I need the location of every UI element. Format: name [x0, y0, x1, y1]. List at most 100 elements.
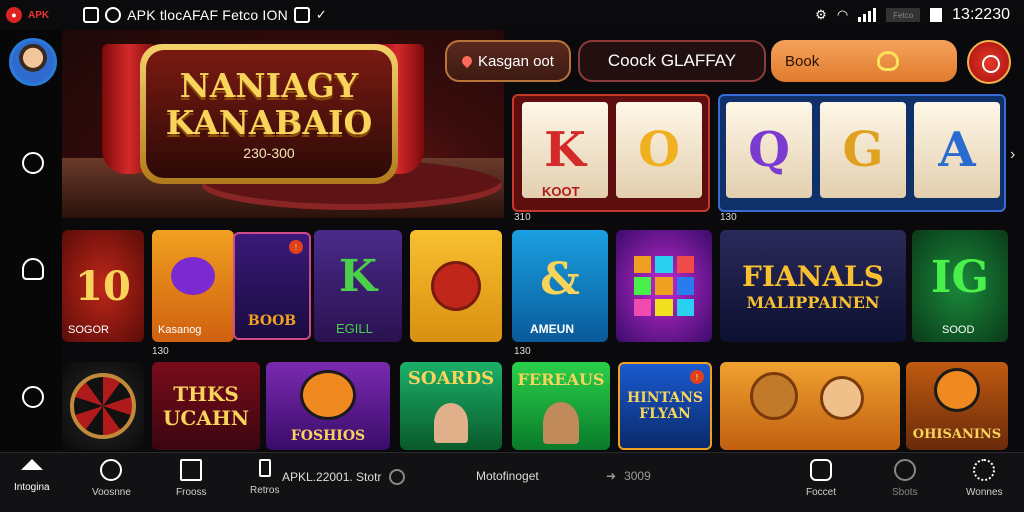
hero-title-line1: NANIAGY: [179, 66, 359, 105]
game-tile-purple[interactable]: Kasanog: [152, 230, 234, 342]
game-tile-hintans[interactable]: ! HINTANS FLYAN: [618, 362, 712, 450]
tab-download[interactable]: Voosnne: [92, 459, 131, 498]
app-logo-icon: ●: [6, 7, 22, 23]
tab-frooss[interactable]: Frooss: [176, 459, 207, 498]
game-tile-amp-label: &: [540, 253, 580, 305]
bag-icon: [810, 459, 832, 481]
game-tile-boob[interactable]: ! BOOB: [233, 232, 311, 340]
slot-tile-qga[interactable]: Q G A: [718, 94, 1006, 212]
roulette-icon: [70, 373, 136, 439]
lion-icon: [750, 372, 798, 420]
shield-icon: ✓: [315, 7, 327, 22]
game-tile-finals[interactable]: FIANALS MALIPPAINEN: [720, 230, 906, 342]
game-tile-soards[interactable]: SOARDS: [400, 362, 502, 450]
clock-icon[interactable]: [22, 152, 44, 174]
game-tile-finals-caption: MALIPPAINEN: [746, 293, 880, 312]
game-tile-amp[interactable]: & AMEUN: [512, 230, 608, 342]
tab-frooss-label: Frooss: [176, 487, 207, 498]
tab-home-label: Intogina: [14, 482, 50, 493]
home-icon: [20, 459, 43, 470]
slot-tile-kq[interactable]: K O KOOT: [512, 94, 710, 212]
status-pill: Fetco: [886, 8, 921, 22]
avatar[interactable]: [9, 38, 57, 86]
game-tile-ohisanins[interactable]: OHISANINS: [906, 362, 1008, 450]
game-tile-finals-label: FIANALS: [742, 260, 884, 293]
gallery-icon: [83, 7, 100, 23]
menu-button[interactable]: [967, 40, 1011, 84]
reel-sub: KOOT: [542, 184, 580, 199]
user-icon[interactable]: [22, 258, 44, 280]
location-button[interactable]: Kasgan oot: [445, 40, 571, 82]
row1-caption-right: 130: [720, 212, 737, 223]
phone-icon: [258, 459, 271, 477]
tiger-icon: [300, 370, 356, 420]
game-tile-tiger[interactable]: FOSHIOS: [266, 362, 390, 450]
gear-icon: [973, 459, 996, 481]
book-button[interactable]: Book: [771, 40, 957, 82]
game-tile-gems[interactable]: [616, 230, 712, 342]
notification-text: APK tlocAFAF Fetco ION: [127, 7, 288, 23]
motofinoget-link[interactable]: Motofinoget: [476, 469, 539, 483]
photo-icon: [293, 7, 310, 23]
tiger-icon: [934, 368, 980, 412]
row2-caption-mid: 130: [514, 346, 531, 357]
game-tile-boob-label: BOOB: [247, 313, 297, 329]
tab-foccet[interactable]: Foccet: [806, 459, 836, 498]
tab-sbots[interactable]: Sbots: [892, 459, 918, 498]
settings-icon: ⚙: [815, 7, 827, 22]
tab-download-label: Voosnne: [92, 487, 131, 498]
game-tile-roulette[interactable]: [62, 362, 144, 450]
game-tile-k-label: K: [338, 250, 378, 302]
reel-a: A: [914, 102, 1000, 198]
game-tile-10-label: 10: [75, 262, 131, 310]
game-tile-k-caption: EGILL: [336, 321, 373, 336]
tab-sbots-label: Sbots: [892, 487, 918, 498]
row1-caption-left: 310: [514, 212, 531, 223]
game-tile-hintans-caption: FLYAN: [639, 406, 691, 422]
tab-home[interactable]: Intogina: [14, 459, 50, 493]
game-tile-thks-label: THKS: [173, 382, 239, 406]
game-tile-lion[interactable]: [410, 230, 502, 342]
game-tile-ig-caption: SOOD: [942, 324, 975, 336]
reel-g: G: [820, 102, 906, 198]
game-tile-10-caption: SOGOR: [68, 324, 109, 336]
chat-icon[interactable]: [22, 386, 44, 408]
brand-label: APK: [28, 9, 50, 21]
game-tile-10[interactable]: 10 SOGOR: [62, 230, 144, 342]
tab-settings[interactable]: Wonnes: [966, 459, 1003, 498]
hero-title-line2: KANABAIO: [165, 103, 373, 142]
game-tile-hintans-label: HINTANS: [627, 390, 703, 406]
bottom-tab-bar: Intogina Voosnne Frooss Retros APKL.2200…: [0, 452, 1024, 512]
share-icon: ➜: [606, 469, 617, 483]
heart-icon: [877, 51, 899, 71]
game-tile-thks[interactable]: THKS UCAHN: [152, 362, 260, 450]
tab-retros[interactable]: Retros: [250, 459, 279, 496]
search-icon: [389, 469, 406, 485]
motofinoget-text: Motofinoget: [476, 469, 539, 483]
game-tile-fereaus[interactable]: FEREAUS: [512, 362, 610, 450]
game-tile-ig-label: IG: [930, 251, 990, 303]
game-tile-ig[interactable]: IG SOOD: [912, 230, 1008, 342]
apk-store-link[interactable]: APKL.22001. Stotr: [282, 469, 406, 485]
tab-retros-label: Retros: [250, 485, 280, 496]
game-tile-amp-caption: AMEUN: [530, 322, 574, 336]
game-tile-soards-label: SOARDS: [407, 368, 495, 389]
game-tile-tiger-label: FOSHIOS: [290, 428, 366, 444]
clock-button[interactable]: Coock GLAFFAY: [578, 40, 766, 82]
notification-icon: [105, 7, 122, 23]
lion-icon: [431, 261, 481, 311]
tab-foccet-label: Foccet: [806, 487, 837, 498]
wifi-icon: ◠: [836, 7, 849, 22]
chevron-right-icon[interactable]: ›: [1010, 146, 1015, 164]
status-bar: ● APK APK tlocAFAF Fetco ION ✓ ⚙ ◠ Fetco…: [0, 0, 1024, 30]
hero-banner[interactable]: NANIAGY KANABAIO 230-300: [62, 30, 504, 218]
game-tile-lion-family[interactable]: [720, 362, 900, 450]
game-tile-purple-caption: Kasanog: [158, 324, 202, 336]
share-link[interactable]: ➜ 3009: [606, 469, 651, 483]
game-tile-k[interactable]: K EGILL: [314, 230, 402, 342]
row2-caption-left: 130: [152, 346, 169, 357]
badge-icon: !: [289, 240, 303, 254]
reel-q: Q: [726, 102, 812, 198]
signal-icon: [858, 8, 877, 22]
tab-settings-label: Wonnes: [966, 487, 1003, 498]
